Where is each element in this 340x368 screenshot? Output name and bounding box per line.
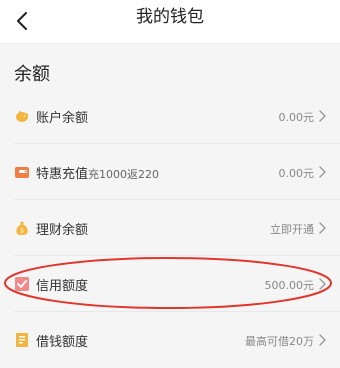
navigation-bar: 我的钱包: [0, 0, 340, 44]
chevron-right-icon: [319, 334, 326, 346]
row-value: 最高可借20万: [245, 335, 314, 348]
chevron-right-icon: [319, 166, 326, 178]
row-credit-limit[interactable]: 信用额度 500.00元: [0, 256, 340, 312]
row-value: 0.00元: [278, 111, 315, 124]
money-bag-icon: $: [16, 222, 28, 235]
row-label: 借钱额度: [36, 335, 89, 350]
row-sub-label: 充1000返220: [88, 168, 160, 181]
section-title-balance: 余额: [14, 64, 50, 85]
row-value: 500.00元: [264, 279, 315, 292]
page-title: 我的钱包: [136, 7, 204, 27]
row-wealth-balance[interactable]: $ 理财余额 立即开通: [0, 200, 340, 256]
row-label: 信用额度: [36, 279, 89, 294]
chevron-right-icon: [319, 110, 326, 122]
row-special-recharge[interactable]: 特惠充值充1000返220 0.00元: [0, 144, 340, 200]
row-value: 立即开通: [270, 223, 314, 236]
row-value: 0.00元: [278, 167, 315, 180]
row-label: 账户余额: [36, 111, 89, 126]
loan-card-icon: [16, 333, 28, 347]
row-loan-limit[interactable]: 借钱额度 最高可借20万: [0, 312, 340, 368]
row-label: 理财余额: [36, 223, 89, 238]
row-label: 特惠充值充1000返220: [36, 167, 160, 182]
wallet-icon: [15, 167, 29, 178]
svg-text:$: $: [20, 228, 24, 235]
chevron-right-icon: [319, 222, 326, 234]
chevron-right-icon: [319, 278, 326, 290]
row-account-balance[interactable]: 账户余额 0.00元: [0, 88, 340, 144]
checkbox-icon: [15, 277, 29, 291]
piggy-bank-icon: [16, 111, 29, 122]
balance-list: 账户余额 0.00元 特惠充值充1000返220 0.00元 $ 理财余额 立即…: [0, 88, 340, 368]
